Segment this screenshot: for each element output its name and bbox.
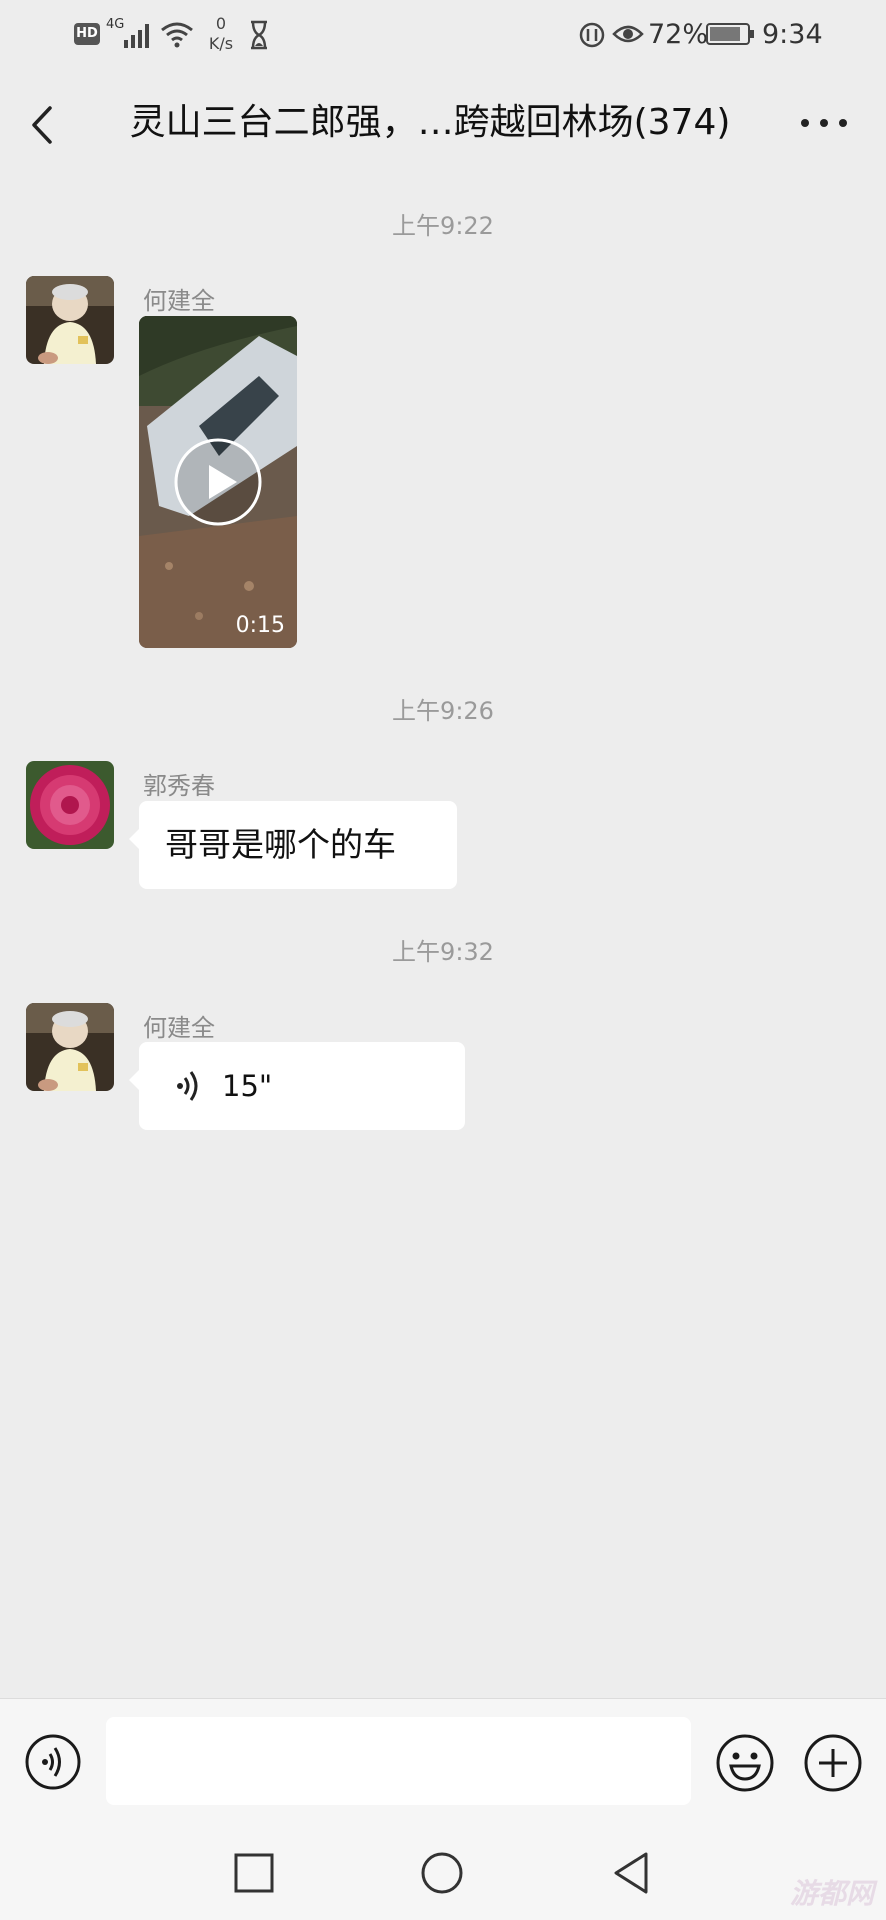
network-speed: 0 K/s (206, 14, 236, 54)
battery-percent: 72% (648, 19, 709, 50)
video-message[interactable]: 0:15 (139, 316, 297, 648)
input-bar (0, 1698, 886, 1829)
plus-icon[interactable] (804, 1734, 862, 1792)
status-bar: HD 4G 0 K/s 72% 9:34 (0, 0, 886, 70)
chat-title: 灵山三台二郎强，…跨越回林场(374) (129, 102, 731, 143)
voice-message-bubble[interactable]: 15" (129, 1042, 465, 1130)
clock: 9:34 (762, 19, 823, 50)
emoji-icon[interactable] (716, 1734, 774, 1792)
triangle-back-icon[interactable] (610, 1850, 652, 1896)
voice-wave-icon (177, 1071, 198, 1101)
message-text: 哥哥是哪个的车 (165, 825, 396, 864)
timestamp: 上午9:32 (392, 938, 494, 966)
chevron-left-icon[interactable] (20, 100, 70, 150)
more-dots-icon[interactable] (795, 103, 855, 143)
network-type: 4G (106, 17, 125, 32)
hd-icon: HD (74, 23, 100, 45)
square-icon[interactable] (234, 1853, 274, 1893)
avatar[interactable] (26, 761, 114, 849)
avatar-flower-image (26, 761, 114, 849)
voice-icon[interactable] (25, 1734, 81, 1790)
sender-name: 何建全 (143, 287, 215, 315)
wifi-icon (161, 22, 193, 48)
avatar-baby-image (26, 1003, 114, 1091)
play-icon[interactable] (173, 437, 263, 527)
avatar-baby-image (26, 276, 114, 364)
watermark: 游都网 (789, 1877, 874, 1910)
video-duration: 0:15 (235, 613, 285, 638)
sender-name: 郭秀春 (143, 772, 215, 800)
speed-unit: K/s (208, 34, 234, 53)
message-input[interactable] (106, 1717, 691, 1805)
avatar[interactable] (26, 276, 114, 364)
text-message-bubble[interactable]: 哥哥是哪个的车 (129, 801, 457, 889)
battery-icon (706, 23, 754, 45)
timestamp: 上午9:22 (392, 212, 494, 240)
eye-icon (612, 25, 644, 43)
data-saver-icon (579, 22, 605, 48)
circle-icon[interactable] (420, 1851, 464, 1895)
speed-value: 0 (215, 14, 227, 33)
timestamp: 上午9:26 (392, 697, 494, 725)
avatar[interactable] (26, 1003, 114, 1091)
sender-name: 何建全 (143, 1014, 215, 1042)
voice-duration: 15" (222, 1069, 273, 1103)
signal-icon (124, 24, 149, 48)
chat-header: 灵山三台二郎强，…跨越回林场(374) (0, 70, 886, 176)
system-nav-bar: 游都网 (0, 1828, 886, 1920)
hourglass-icon (251, 20, 267, 50)
